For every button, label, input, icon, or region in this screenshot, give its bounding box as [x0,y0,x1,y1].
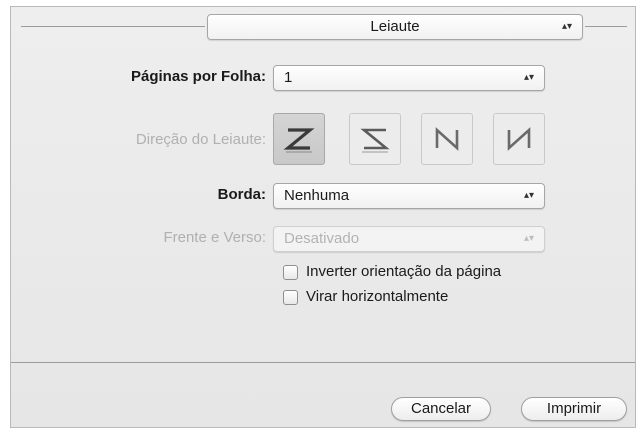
header-line-left [21,26,205,27]
flip-horizontally-checkbox[interactable] [283,290,298,305]
footer-separator [11,362,635,363]
reverse-orientation-checkbox[interactable] [283,265,298,280]
layout-direction-label: Direção do Leiaute: [135,131,266,148]
layout-direction-reverse-n-button[interactable] [493,113,545,165]
popup-arrows-icon: ▴▾ [523,233,534,244]
popup-arrows-icon: ▴▾ [523,72,534,83]
popup-arrows-icon: ▴▾ [523,190,534,201]
flip-horizontally-label[interactable]: Virar horizontalmente [306,288,448,305]
layout-direction-reverse-z-icon [360,128,390,153]
border-label: Borda: [217,186,266,203]
layout-direction-n-icon [435,127,459,151]
pages-per-sheet-label: Páginas por Folha: [130,68,266,85]
header-line-right [585,26,627,27]
two-sided-label: Frente e Verso: [163,229,266,246]
layout-direction-reverse-n-icon [507,127,531,151]
border-value: Nenhuma [284,187,350,204]
print-button[interactable]: Imprimir [521,397,627,421]
cancel-button[interactable]: Cancelar [391,397,491,421]
layout-direction-z-button[interactable] [273,113,325,165]
border-popup[interactable]: Nenhuma ▴▾ [273,183,545,209]
pages-per-sheet-popup[interactable]: 1 ▴▾ [273,65,545,91]
panel-selector-value: Leiaute [370,18,420,35]
layout-direction-n-button[interactable] [421,113,473,165]
two-sided-value: Desativado [284,230,360,247]
print-dialog: Leiaute ▴▾ Páginas por Folha: 1 ▴▾ Direç… [10,6,636,428]
panel-selector-popup[interactable]: Leiaute ▴▾ [207,14,583,40]
pages-per-sheet-value: 1 [284,69,293,86]
layout-direction-z-icon [283,128,315,153]
popup-arrows-icon: ▴▾ [561,21,572,32]
two-sided-popup[interactable]: Desativado ▴▾ [273,226,545,252]
reverse-orientation-label[interactable]: Inverter orientação da página [306,263,501,280]
layout-direction-reverse-z-button[interactable] [349,113,401,165]
